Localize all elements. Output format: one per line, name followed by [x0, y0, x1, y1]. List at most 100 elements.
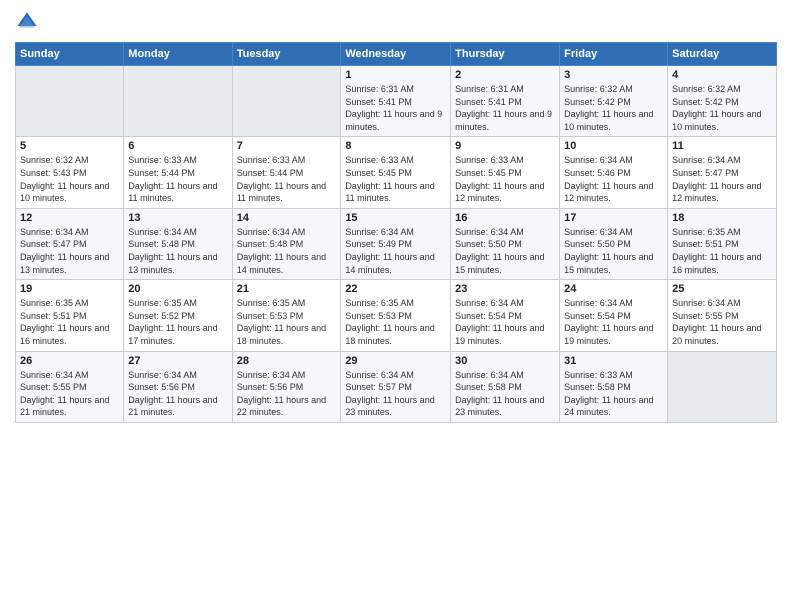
calendar-cell: 29 Sunrise: 6:34 AM Sunset: 5:57 PM Dayli… [341, 351, 451, 422]
calendar-cell: 20Sunrise: 6:35 AM Sunset: 5:52 PM Dayli… [124, 280, 232, 351]
calendar-cell: 14 Sunrise: 6:34 AM Sunset: 5:48 PM Dayli… [232, 208, 341, 279]
calendar-week-3: 12Sunrise: 6:34 AM Sunset: 5:47 PM Dayli… [16, 208, 777, 279]
calendar-cell: 5Sunrise: 6:32 AM Sunset: 5:43 PM Daylig… [16, 137, 124, 208]
day-detail: Sunrise: 6:33 AM Sunset: 5:45 PM Dayligh… [455, 154, 555, 204]
calendar-week-4: 19 Sunrise: 6:35 AM Sunset: 5:51 PM Dayli… [16, 280, 777, 351]
day-number: 21 [237, 283, 337, 295]
day-number: 3 [564, 69, 663, 81]
day-number: 7 [237, 140, 337, 152]
day-number: 26 [20, 355, 119, 367]
page-container: SundayMondayTuesdayWednesdayThursdayFrid… [0, 0, 792, 433]
day-number: 1 [345, 69, 446, 81]
day-detail: Sunrise: 6:34 AM Sunset: 5:58 PM Dayligh… [455, 369, 555, 419]
calendar-cell [668, 351, 777, 422]
calendar-cell: 1Sunrise: 6:31 AM Sunset: 5:41 PM Daylig… [341, 66, 451, 137]
calendar-cell: 15Sunrise: 6:34 AM Sunset: 5:49 PM Dayli… [341, 208, 451, 279]
day-number: 4 [672, 69, 772, 81]
day-detail: Sunrise: 6:34 AM Sunset: 5:55 PM Dayligh… [20, 369, 119, 419]
weekday-header-monday: Monday [124, 43, 232, 66]
header [15, 10, 777, 34]
calendar-cell: 28 Sunrise: 6:34 AM Sunset: 5:56 PM Dayli… [232, 351, 341, 422]
calendar-cell: 31 Sunrise: 6:33 AM Sunset: 5:58 PM Dayli… [560, 351, 668, 422]
day-detail: Sunrise: 6:33 AM Sunset: 5:58 PM Dayligh… [564, 369, 663, 419]
day-detail: Sunrise: 6:32 AM Sunset: 5:42 PM Dayligh… [672, 83, 772, 133]
calendar-cell: 30 Sunrise: 6:34 AM Sunset: 5:58 PM Dayli… [451, 351, 560, 422]
day-detail: Sunrise: 6:34 AM Sunset: 5:46 PM Dayligh… [564, 154, 663, 204]
weekday-header-thursday: Thursday [451, 43, 560, 66]
day-number: 28 [237, 355, 337, 367]
day-detail: Sunrise: 6:34 AM Sunset: 5:47 PM Dayligh… [20, 226, 119, 276]
day-number: 6 [128, 140, 227, 152]
calendar-week-2: 5Sunrise: 6:32 AM Sunset: 5:43 PM Daylig… [16, 137, 777, 208]
day-number: 25 [672, 283, 772, 295]
weekday-header-wednesday: Wednesday [341, 43, 451, 66]
logo [15, 10, 43, 34]
calendar-cell: 6 Sunrise: 6:33 AM Sunset: 5:44 PM Daylig… [124, 137, 232, 208]
calendar-week-5: 26 Sunrise: 6:34 AM Sunset: 5:55 PM Dayli… [16, 351, 777, 422]
day-number: 29 [345, 355, 446, 367]
weekday-header-saturday: Saturday [668, 43, 777, 66]
day-detail: Sunrise: 6:34 AM Sunset: 5:56 PM Dayligh… [128, 369, 227, 419]
day-detail: Sunrise: 6:33 AM Sunset: 5:44 PM Dayligh… [237, 154, 337, 204]
day-number: 5 [20, 140, 119, 152]
calendar-cell: 13Sunrise: 6:34 AM Sunset: 5:48 PM Dayli… [124, 208, 232, 279]
calendar-cell: 21 Sunrise: 6:35 AM Sunset: 5:53 PM Dayli… [232, 280, 341, 351]
day-detail: Sunrise: 6:34 AM Sunset: 5:54 PM Dayligh… [455, 297, 555, 347]
calendar-cell: 12Sunrise: 6:34 AM Sunset: 5:47 PM Dayli… [16, 208, 124, 279]
day-detail: Sunrise: 6:34 AM Sunset: 5:54 PM Dayligh… [564, 297, 663, 347]
day-detail: Sunrise: 6:34 AM Sunset: 5:57 PM Dayligh… [345, 369, 446, 419]
calendar-cell: 8 Sunrise: 6:33 AM Sunset: 5:45 PM Daylig… [341, 137, 451, 208]
day-number: 2 [455, 69, 555, 81]
calendar-cell: 4 Sunrise: 6:32 AM Sunset: 5:42 PM Daylig… [668, 66, 777, 137]
calendar-cell: 2 Sunrise: 6:31 AM Sunset: 5:41 PM Daylig… [451, 66, 560, 137]
day-detail: Sunrise: 6:34 AM Sunset: 5:48 PM Dayligh… [237, 226, 337, 276]
day-detail: Sunrise: 6:35 AM Sunset: 5:51 PM Dayligh… [672, 226, 772, 276]
header-row: SundayMondayTuesdayWednesdayThursdayFrid… [16, 43, 777, 66]
calendar-cell: 18 Sunrise: 6:35 AM Sunset: 5:51 PM Dayli… [668, 208, 777, 279]
calendar-cell [232, 66, 341, 137]
calendar-cell: 16Sunrise: 6:34 AM Sunset: 5:50 PM Dayli… [451, 208, 560, 279]
day-number: 24 [564, 283, 663, 295]
day-detail: Sunrise: 6:34 AM Sunset: 5:56 PM Dayligh… [237, 369, 337, 419]
calendar-cell: 9 Sunrise: 6:33 AM Sunset: 5:45 PM Daylig… [451, 137, 560, 208]
day-number: 18 [672, 212, 772, 224]
day-number: 9 [455, 140, 555, 152]
calendar-cell: 24 Sunrise: 6:34 AM Sunset: 5:54 PM Dayli… [560, 280, 668, 351]
day-detail: Sunrise: 6:32 AM Sunset: 5:42 PM Dayligh… [564, 83, 663, 133]
calendar-cell: 10Sunrise: 6:34 AM Sunset: 5:46 PM Dayli… [560, 137, 668, 208]
calendar-cell [16, 66, 124, 137]
calendar-cell: 22Sunrise: 6:35 AM Sunset: 5:53 PM Dayli… [341, 280, 451, 351]
logo-icon [15, 10, 39, 34]
day-detail: Sunrise: 6:34 AM Sunset: 5:50 PM Dayligh… [564, 226, 663, 276]
calendar-cell: 25 Sunrise: 6:34 AM Sunset: 5:55 PM Dayli… [668, 280, 777, 351]
day-detail: Sunrise: 6:35 AM Sunset: 5:51 PM Dayligh… [20, 297, 119, 347]
day-detail: Sunrise: 6:34 AM Sunset: 5:50 PM Dayligh… [455, 226, 555, 276]
day-detail: Sunrise: 6:33 AM Sunset: 5:45 PM Dayligh… [345, 154, 446, 204]
day-number: 13 [128, 212, 227, 224]
weekday-header-tuesday: Tuesday [232, 43, 341, 66]
calendar-cell [124, 66, 232, 137]
day-number: 8 [345, 140, 446, 152]
day-detail: Sunrise: 6:34 AM Sunset: 5:55 PM Dayligh… [672, 297, 772, 347]
day-number: 19 [20, 283, 119, 295]
day-number: 17 [564, 212, 663, 224]
day-number: 27 [128, 355, 227, 367]
day-number: 11 [672, 140, 772, 152]
calendar-table: SundayMondayTuesdayWednesdayThursdayFrid… [15, 42, 777, 423]
day-number: 14 [237, 212, 337, 224]
day-number: 31 [564, 355, 663, 367]
weekday-header-sunday: Sunday [16, 43, 124, 66]
calendar-cell: 7 Sunrise: 6:33 AM Sunset: 5:44 PM Daylig… [232, 137, 341, 208]
day-number: 22 [345, 283, 446, 295]
calendar-week-1: 1 Sunrise: 6:31 AM Sunset: 5:41 PM Daylig… [16, 66, 777, 137]
calendar-cell: 19 Sunrise: 6:35 AM Sunset: 5:51 PM Dayli… [16, 280, 124, 351]
weekday-header-friday: Friday [560, 43, 668, 66]
day-detail: Sunrise: 6:33 AM Sunset: 5:44 PM Dayligh… [128, 154, 227, 204]
day-number: 30 [455, 355, 555, 367]
calendar-cell: 27 Sunrise: 6:34 AM Sunset: 5:56 PM Dayli… [124, 351, 232, 422]
day-detail: Sunrise: 6:31 AM Sunset: 5:41 PM Dayligh… [455, 83, 555, 133]
day-detail: Sunrise: 6:35 AM Sunset: 5:53 PM Dayligh… [237, 297, 337, 347]
day-detail: Sunrise: 6:34 AM Sunset: 5:49 PM Dayligh… [345, 226, 446, 276]
calendar-cell: 11Sunrise: 6:34 AM Sunset: 5:47 PM Dayli… [668, 137, 777, 208]
calendar-cell: 17 Sunrise: 6:34 AM Sunset: 5:50 PM Dayli… [560, 208, 668, 279]
